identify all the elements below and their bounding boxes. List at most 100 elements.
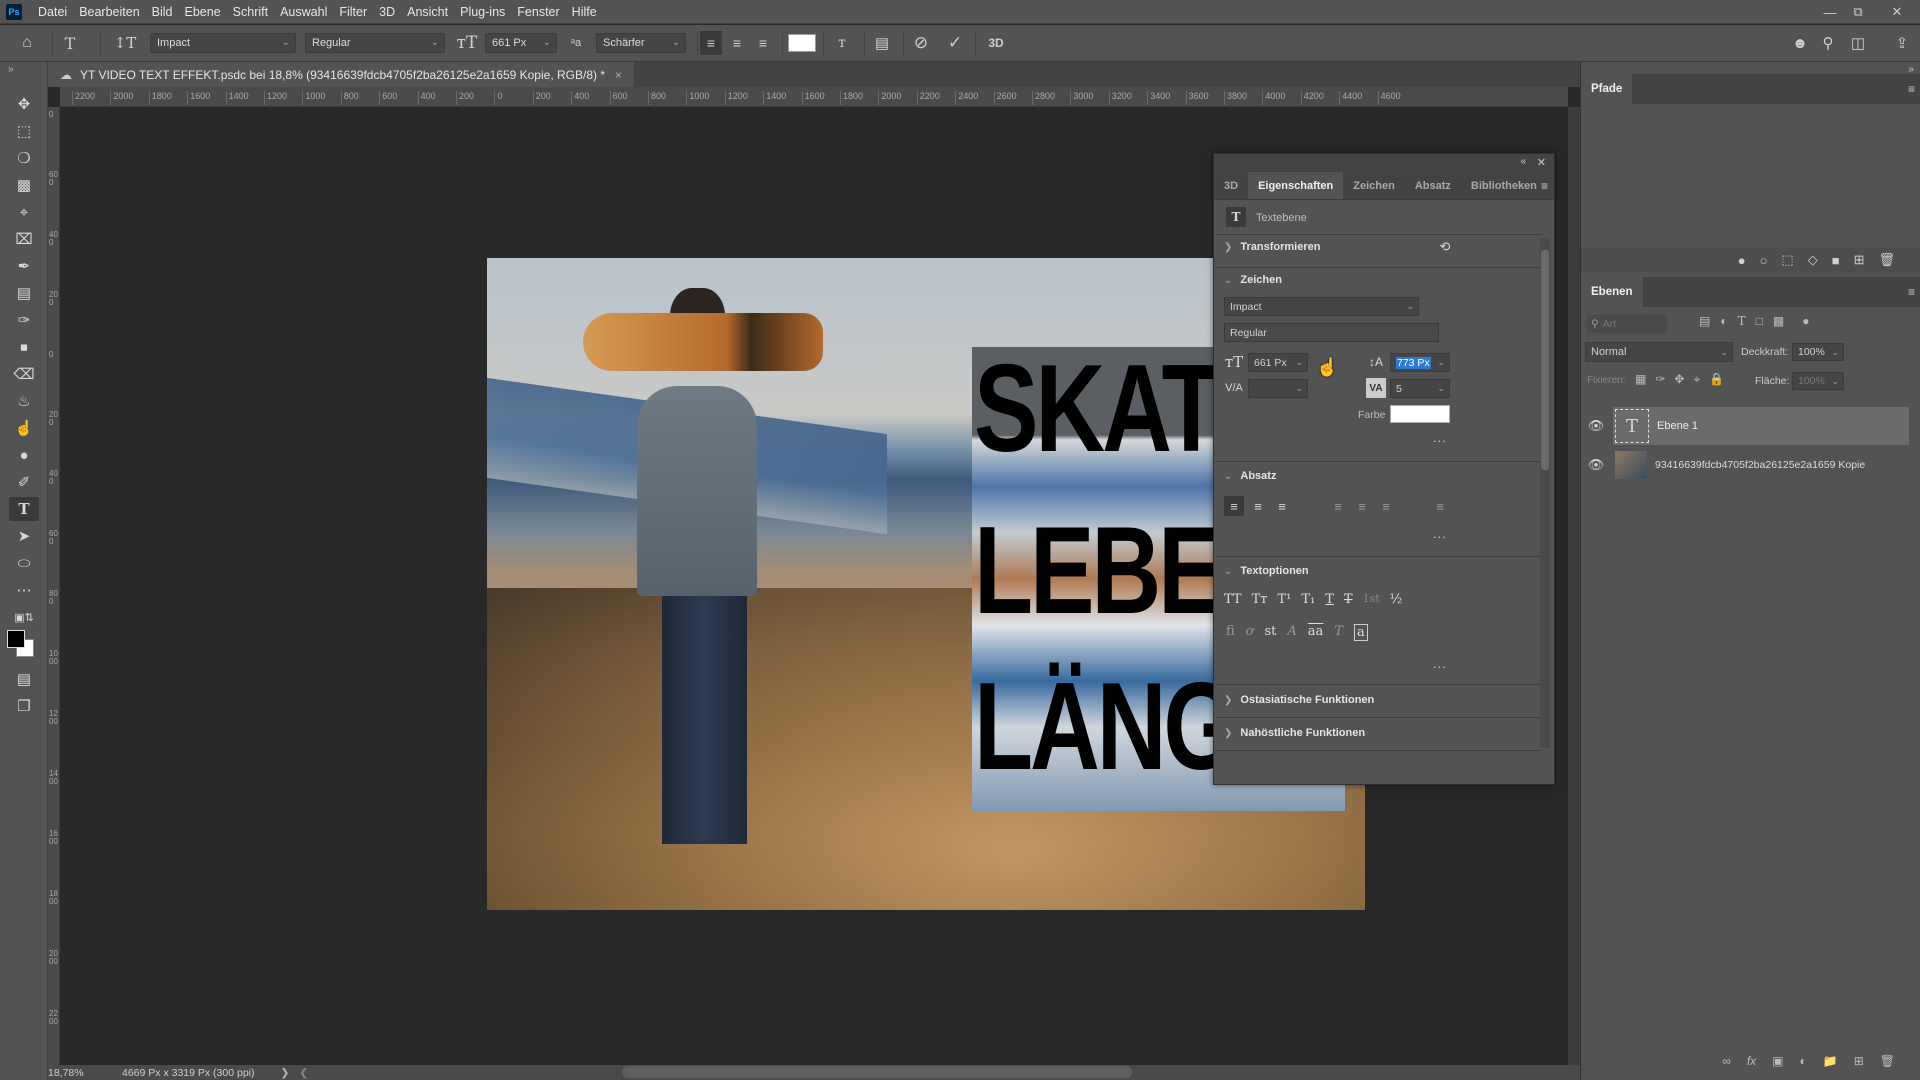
titling-icon[interactable]: T bbox=[1334, 624, 1343, 641]
swash-icon[interactable]: A bbox=[1287, 624, 1296, 641]
new-path-icon[interactable]: ⊞ bbox=[1854, 252, 1865, 268]
properties-scrollbar[interactable] bbox=[1540, 238, 1550, 748]
small-caps-icon[interactable]: Tт bbox=[1252, 592, 1268, 607]
paint-bucket-tool-icon[interactable]: ♨ bbox=[9, 389, 39, 413]
scroll-left-icon[interactable]: ❮ bbox=[299, 1067, 308, 1079]
close-tab-icon[interactable]: × bbox=[615, 68, 622, 82]
opacity-field[interactable]: 100% ⌄ bbox=[1792, 343, 1844, 361]
font-size-select[interactable]: 661 Px ⌄ bbox=[485, 33, 557, 53]
frame-tool-icon[interactable]: ⌧ bbox=[9, 227, 39, 251]
document-tab[interactable]: ☁ YT VIDEO TEXT EFFEKT.psdc bei 18,8% (9… bbox=[48, 62, 635, 87]
eyedropper-tool-icon[interactable]: ✒ bbox=[9, 254, 39, 278]
char-font-style-select[interactable]: Regular bbox=[1224, 323, 1439, 342]
foreground-color-swatch[interactable] bbox=[7, 630, 25, 648]
make-path-icon[interactable]: ◇ bbox=[1808, 252, 1818, 268]
justify-right-icon[interactable]: ≡ bbox=[1376, 496, 1396, 516]
menu-auswahl[interactable]: Auswahl bbox=[274, 5, 333, 19]
filter-toggle-icon[interactable]: ● bbox=[1802, 314, 1809, 328]
menu-bild[interactable]: Bild bbox=[146, 5, 179, 19]
align-right-icon[interactable]: ≡ bbox=[752, 31, 774, 55]
menu-ansicht[interactable]: Ansicht bbox=[401, 5, 454, 19]
char-font-size-field[interactable]: 661 Px ⌄ bbox=[1248, 353, 1308, 372]
lock-artboard-icon[interactable]: ⌖ bbox=[1693, 372, 1700, 387]
section-zeichen[interactable]: ⌄ Zeichen bbox=[1224, 274, 1282, 286]
minimize-icon[interactable]: — bbox=[1816, 0, 1844, 24]
fill-path-icon[interactable]: ● bbox=[1738, 253, 1746, 268]
section-absatz[interactable]: ⌄ Absatz bbox=[1224, 470, 1276, 482]
vertical-scrollbar[interactable] bbox=[1568, 107, 1580, 1065]
delete-path-icon[interactable]: 🗑 bbox=[1878, 252, 1895, 268]
path-select-tool-icon[interactable]: ➤ bbox=[9, 524, 39, 548]
panels-toggle-icon[interactable]: ▤ bbox=[870, 31, 894, 55]
zoom-level[interactable]: 18,78% bbox=[48, 1067, 108, 1079]
underline-icon[interactable]: T bbox=[1325, 592, 1334, 607]
tab-pfade[interactable]: Pfade bbox=[1581, 74, 1633, 104]
menu-ebene[interactable]: Ebene bbox=[179, 5, 227, 19]
menu-datei[interactable]: Datei bbox=[32, 5, 73, 19]
tab-bibliotheken[interactable]: Bibliotheken bbox=[1461, 172, 1547, 199]
superscript-icon[interactable]: T¹ bbox=[1277, 592, 1291, 607]
para-align-left-icon[interactable]: ≡ bbox=[1224, 496, 1244, 516]
font-family-select[interactable]: Impact ⌄ bbox=[150, 33, 296, 53]
eraser-tool-icon[interactable]: ⌫ bbox=[9, 362, 39, 386]
3d-button[interactable]: 3D bbox=[982, 31, 1010, 55]
layer-row-image[interactable]: 👁 93416639fdcb4705f2ba26125e2a1659 Kopie bbox=[1581, 446, 1920, 484]
swap-colors-icon[interactable]: ▣⇅ bbox=[9, 605, 39, 629]
layer-name[interactable]: Ebene 1 bbox=[1657, 420, 1698, 432]
delete-layer-icon[interactable]: 🗑 bbox=[1880, 1054, 1895, 1068]
tab-zeichen[interactable]: Zeichen bbox=[1343, 172, 1405, 199]
visibility-eye-icon[interactable]: 👁 bbox=[1581, 418, 1611, 434]
lasso-tool-icon[interactable]: ❍ bbox=[9, 146, 39, 170]
filter-text-icon[interactable]: T bbox=[1738, 314, 1746, 328]
antialias-select[interactable]: Schärfer ⌄ bbox=[596, 33, 686, 53]
menu-plugins[interactable]: Plug-ins bbox=[454, 5, 511, 19]
commit-check-icon[interactable]: ✓ bbox=[942, 31, 968, 55]
filter-pixel-icon[interactable]: ▤ bbox=[1699, 314, 1710, 328]
new-group-icon[interactable]: 📁 bbox=[1823, 1054, 1838, 1068]
stylistic-alternates-icon[interactable]: aa bbox=[1308, 624, 1324, 641]
tab-absatz[interactable]: Absatz bbox=[1405, 172, 1461, 199]
section-nahoestliche-funktionen[interactable]: ❯ Nahöstliche Funktionen bbox=[1224, 727, 1365, 739]
workspace-icon[interactable]: ◫ bbox=[1846, 31, 1870, 55]
smudge-tool-icon[interactable]: ☝ bbox=[9, 416, 39, 440]
load-selection-icon[interactable]: ⬚ bbox=[1781, 252, 1793, 268]
brush-tool-icon[interactable]: ✑ bbox=[9, 308, 39, 332]
subscript-icon[interactable]: T₁ bbox=[1301, 592, 1315, 607]
justify-left-icon[interactable]: ≡ bbox=[1328, 496, 1348, 516]
status-menu-icon[interactable]: ❯ bbox=[281, 1067, 290, 1079]
layer-filter-input[interactable] bbox=[1602, 318, 1663, 330]
discretionary-ligatures-icon[interactable]: ơ bbox=[1246, 624, 1254, 641]
blend-mode-select[interactable]: Normal ⌄ bbox=[1585, 342, 1733, 362]
lock-position-icon[interactable]: ✥ bbox=[1674, 372, 1684, 387]
properties-scroll-thumb[interactable] bbox=[1541, 250, 1549, 470]
layer-effects-icon[interactable]: fx bbox=[1747, 1054, 1756, 1068]
object-select-tool-icon[interactable]: ▩ bbox=[9, 173, 39, 197]
reset-transform-icon[interactable]: ⟲ bbox=[1436, 238, 1454, 256]
filter-shape-icon[interactable]: □ bbox=[1756, 314, 1763, 328]
font-style-select[interactable]: Regular ⌄ bbox=[305, 33, 445, 53]
dodge-tool-icon[interactable]: ● bbox=[9, 443, 39, 467]
lock-all-icon[interactable]: 🔒 bbox=[1709, 372, 1724, 387]
marquee-tool-icon[interactable]: ⬚ bbox=[9, 119, 39, 143]
char-more-icon[interactable]: ... bbox=[1433, 430, 1447, 445]
filter-adjustment-icon[interactable]: ◐ bbox=[1720, 314, 1727, 328]
toggle-orientation-icon[interactable]: ↕T bbox=[112, 31, 138, 55]
home-icon[interactable]: ⌂ bbox=[14, 31, 40, 55]
new-layer-icon[interactable]: ⊞ bbox=[1854, 1054, 1864, 1068]
quick-mask-icon[interactable]: ▤ bbox=[9, 667, 39, 691]
menu-filter[interactable]: Filter bbox=[333, 5, 373, 19]
clone-stamp-tool-icon[interactable]: ⏹ bbox=[9, 335, 39, 359]
char-tracking-field[interactable]: 5 ⌄ bbox=[1390, 379, 1450, 398]
search-icon[interactable]: ⚲ bbox=[1816, 31, 1840, 55]
pen-tool-icon[interactable]: ✐ bbox=[9, 470, 39, 494]
section-transformieren[interactable]: ❯ Transformieren bbox=[1224, 241, 1320, 253]
tab-3d[interactable]: 3D bbox=[1214, 172, 1248, 199]
strikethrough-icon[interactable]: T̶ bbox=[1344, 592, 1353, 607]
textopt-more-icon[interactable]: ... bbox=[1433, 656, 1447, 671]
para-more-icon[interactable]: ... bbox=[1433, 526, 1447, 541]
close-window-icon[interactable]: ✕ bbox=[1880, 0, 1914, 24]
move-tool-icon[interactable]: ✥ bbox=[9, 92, 39, 116]
lock-transparency-icon[interactable]: ▦ bbox=[1635, 372, 1646, 387]
layers-menu-icon[interactable]: ≡ bbox=[1908, 285, 1915, 299]
more-tools-icon[interactable]: ⋯ bbox=[9, 578, 39, 602]
